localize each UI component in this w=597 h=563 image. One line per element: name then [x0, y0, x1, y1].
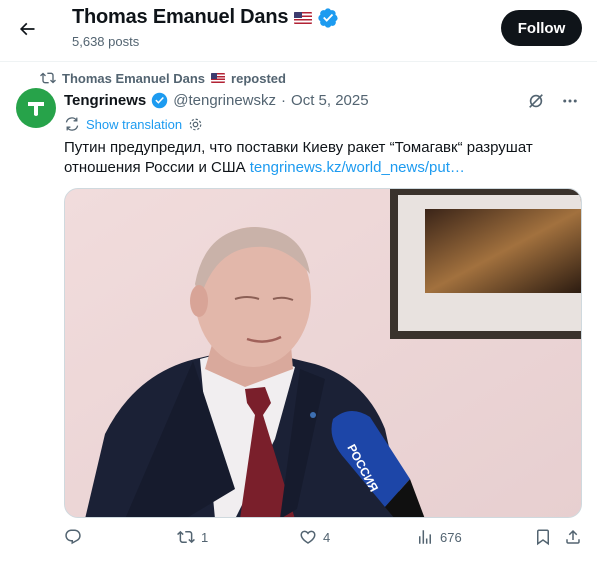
tengrinews-logo-icon [28, 102, 44, 116]
follow-button[interactable]: Follow [501, 10, 582, 46]
more-dots-icon [563, 99, 577, 103]
video-still-image: РОССИЯ [65, 189, 581, 517]
like-count: 4 [323, 529, 331, 545]
reply-icon [65, 529, 81, 545]
arrow-left-icon [19, 22, 35, 36]
tweet-link[interactable]: tengrinews.kz/world_news/put… [250, 159, 465, 176]
avatar[interactable] [16, 88, 56, 128]
show-translation-row: Show translation [64, 116, 203, 132]
tweet-text: Путин предупредил, что поставки Киеву ра… [64, 138, 576, 178]
show-translation-link[interactable]: Show translation [86, 117, 182, 132]
views-count: 676 [440, 529, 462, 545]
tweet-header-actions [527, 92, 579, 110]
share-icon [566, 529, 580, 544]
grok-icon [529, 94, 543, 108]
repost-button[interactable]: 1 [177, 528, 208, 546]
tweet-actions: 1 4 676 [64, 528, 584, 554]
share-button[interactable] [564, 528, 582, 546]
repost-icon [40, 72, 56, 84]
profile-name: Thomas Emanuel Dans [72, 6, 289, 28]
like-button[interactable]: 4 [299, 528, 330, 546]
reply-button[interactable] [64, 528, 88, 546]
settings-gear-icon[interactable] [188, 117, 203, 132]
heart-icon [300, 530, 316, 544]
separator-dot: · [281, 92, 287, 109]
grok-button[interactable] [527, 92, 545, 110]
translate-icon [65, 117, 79, 131]
back-button[interactable] [10, 12, 44, 46]
profile-title: Thomas Emanuel Dans [72, 6, 338, 29]
bookmark-button[interactable] [534, 528, 552, 546]
tweet-media-video[interactable]: РОССИЯ [64, 188, 582, 518]
post-count: 5,638 posts [72, 34, 140, 49]
us-flag-icon [294, 11, 313, 24]
repost-count: 1 [201, 529, 209, 545]
repost-indicator: Thomas Emanuel Dans reposted [40, 70, 286, 86]
author-handle[interactable]: @tengrinewskz [173, 92, 276, 109]
author-name[interactable]: Tengrinews [64, 92, 146, 109]
us-flag-icon [211, 73, 226, 83]
verified-badge-icon [318, 7, 338, 28]
reposter-name-link[interactable]: Thomas Emanuel Dans [62, 71, 205, 86]
repost-suffix: reposted [231, 70, 286, 86]
profile-header: Thomas Emanuel Dans 5,638 posts Follow [0, 0, 597, 62]
views-button[interactable]: 676 [416, 528, 462, 546]
views-chart-icon [419, 530, 431, 544]
more-options-button[interactable] [561, 92, 579, 110]
repost-icon [177, 530, 195, 544]
verified-badge-icon [152, 92, 168, 109]
tweet-date[interactable]: Oct 5, 2025 [291, 92, 369, 109]
bookmark-icon [537, 529, 549, 546]
tweet-header: Tengrinews @tengrinewskz · Oct 5, 2025 [64, 92, 369, 109]
